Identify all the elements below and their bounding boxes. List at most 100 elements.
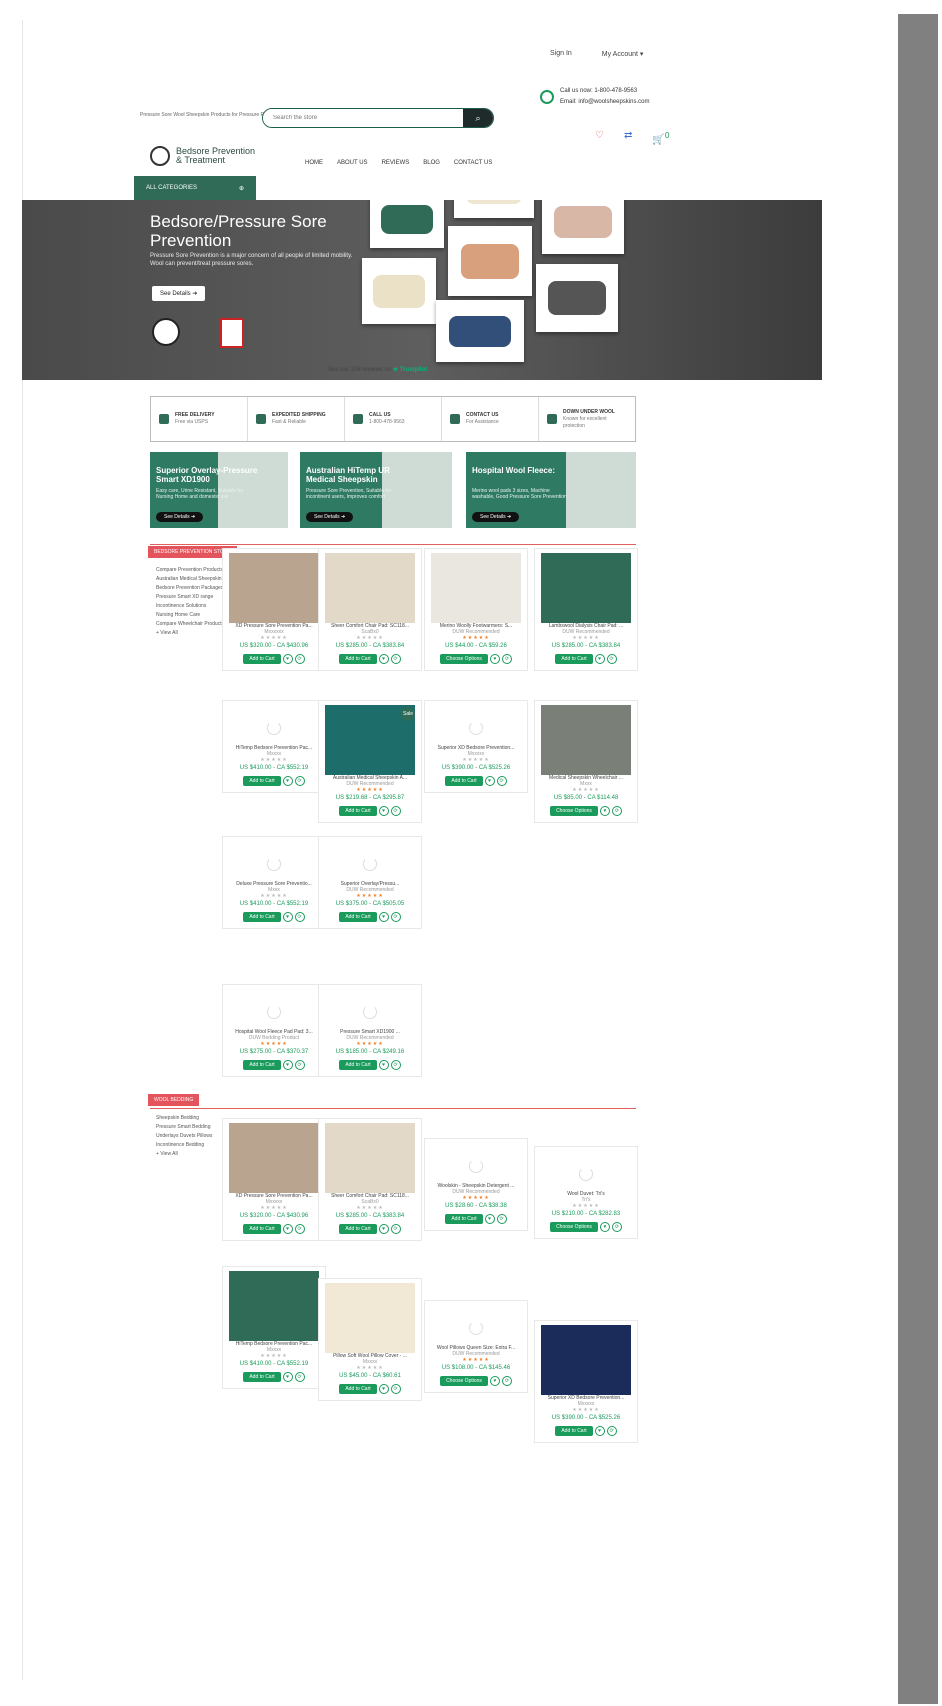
category-link[interactable]: Underlays Duvets Pillows <box>156 1132 212 1141</box>
compare-icon[interactable]: ⟳ <box>390 654 401 664</box>
compare-icon[interactable]: ⟳ <box>501 1376 512 1386</box>
search-icon[interactable]: ⌕ <box>463 109 493 127</box>
category-link[interactable]: Pressure Smart Bedding <box>156 1123 212 1132</box>
compare-icon[interactable]: ⟳ <box>294 1224 305 1234</box>
view-all-link[interactable]: + View All <box>156 1150 212 1159</box>
product-card[interactable]: Sheer Comfort Chair Pad: SC118... ScaBx0 ★… <box>318 1118 422 1241</box>
compare-icon[interactable]: ⟳ <box>390 912 401 922</box>
nav-reviews[interactable]: REVIEWS <box>382 160 410 166</box>
compare-icon[interactable]: ⟳ <box>390 1384 401 1394</box>
add-to-cart-button[interactable]: Add to Cart <box>339 806 377 816</box>
wishlist-icon[interactable]: ♥ <box>484 1214 495 1224</box>
product-image[interactable] <box>229 553 319 623</box>
wishlist-icon[interactable]: ♥ <box>594 1426 605 1436</box>
compare-icon[interactable]: ⇄ <box>624 130 632 145</box>
add-to-cart-button[interactable]: Add to Cart <box>243 1224 281 1234</box>
nav-blog[interactable]: BLOG <box>423 160 440 166</box>
wishlist-icon[interactable]: ♥ <box>594 654 605 664</box>
product-card[interactable]: Lambswool Dialysis Chair Pad: ... DUW Rec… <box>534 548 638 671</box>
wishlist-icon[interactable]: ♥ <box>489 1376 500 1386</box>
wishlist-icon[interactable]: ♥ <box>484 776 495 786</box>
wishlist-icon[interactable]: ♥ <box>282 912 293 922</box>
wishlist-icon[interactable]: ♥ <box>378 1224 389 1234</box>
product-image[interactable] <box>541 705 631 775</box>
product-card[interactable]: Pillow Soft Wool Pillow Cover - ... Mxxxx… <box>318 1278 422 1401</box>
cart-icon[interactable]: 🛒0 <box>652 130 669 145</box>
product-card[interactable]: Merino Woolly Footwarmers: S... DUW Recom… <box>424 548 528 671</box>
wishlist-icon[interactable]: ♥ <box>282 1372 293 1382</box>
nav-about-us[interactable]: ABOUT US <box>337 160 368 166</box>
product-card[interactable]: Wool Duvet: Tri's Tri's ★★★★★ US $210.00 - … <box>534 1146 638 1239</box>
add-to-cart-button[interactable]: Add to Cart <box>339 1060 377 1070</box>
all-categories-button[interactable]: ALL CATEGORIES ⊕ <box>134 176 256 200</box>
wishlist-icon[interactable]: ♥ <box>282 654 293 664</box>
compare-icon[interactable]: ⟳ <box>294 1060 305 1070</box>
wishlist-icon[interactable]: ♥ <box>378 1384 389 1394</box>
search-input[interactable] <box>263 109 463 127</box>
wishlist-icon[interactable]: ♥ <box>599 806 610 816</box>
product-card[interactable]: Superior XD Bedsore Prevention... Mxxxxx ★… <box>424 700 528 793</box>
product-card[interactable]: Deluxe Pressure Sore Preventio... Mxxx ★★★… <box>222 836 326 929</box>
add-to-cart-button[interactable]: Add to Cart <box>445 776 483 786</box>
add-to-cart-button[interactable]: Add to Cart <box>339 1384 377 1394</box>
add-to-cart-button[interactable]: Add to Cart <box>339 654 377 664</box>
product-card[interactable]: Sale Australian Medical Sheepskin A... DUW… <box>318 700 422 823</box>
product-card[interactable]: Superior XD Bedsore Prevention... Mxxxxx ★… <box>534 1320 638 1443</box>
compare-icon[interactable]: ⟳ <box>496 1214 507 1224</box>
compare-icon[interactable]: ⟳ <box>294 1372 305 1382</box>
product-card[interactable]: XD Pressure Sore Prevention Pa... Mxxxxx ★… <box>222 1118 326 1241</box>
product-card[interactable]: HiTemp Bedsore Prevention Pac... Mxxxx ★★★… <box>222 700 326 793</box>
trustpilot-widget[interactable]: See our 106 reviews on ★ Trustpilot <box>328 366 427 373</box>
product-card[interactable]: Hospital Wool Fleece Pad Pad: 3... DUW Be… <box>222 984 326 1077</box>
product-image[interactable] <box>325 1283 415 1353</box>
product-image[interactable] <box>541 553 631 623</box>
product-card[interactable]: Pressure Smart XD1900 ... DUW Recommended… <box>318 984 422 1077</box>
compare-icon[interactable]: ⟳ <box>501 654 512 664</box>
add-to-cart-button[interactable]: Choose Options <box>550 1222 598 1232</box>
email-text[interactable]: Email: info@woolsheepskins.com <box>560 97 649 108</box>
promo-banner-overlay[interactable]: Superior Overlay-Pressure Smart XD1900 E… <box>150 452 288 528</box>
product-card[interactable]: Sheer Comfort Chair Pad: SC118... ScaBx0 ★… <box>318 548 422 671</box>
wishlist-icon[interactable]: ♥ <box>378 1060 389 1070</box>
product-image[interactable] <box>431 553 521 623</box>
wishlist-icon[interactable]: ♥ <box>378 654 389 664</box>
wishlist-icon[interactable]: ♥ <box>378 912 389 922</box>
wishlist-icon[interactable]: ♥ <box>378 806 389 816</box>
compare-icon[interactable]: ⟳ <box>606 654 617 664</box>
product-card[interactable]: Medical Sheepskin Wheelchair ... Mxxx ★★★★… <box>534 700 638 823</box>
product-card[interactable]: Wool Pillows Queen Size: Extra F... DUW R… <box>424 1300 528 1393</box>
add-to-cart-button[interactable]: Add to Cart <box>445 1214 483 1224</box>
category-link[interactable]: Incontinence Bedding <box>156 1141 212 1150</box>
compare-icon[interactable]: ⟳ <box>606 1426 617 1436</box>
wishlist-icon[interactable]: ♥ <box>282 776 293 786</box>
compare-icon[interactable]: ⟳ <box>496 776 507 786</box>
promo-banner-hitemp[interactable]: Australian HiTemp UR Medical Sheepskin P… <box>300 452 452 528</box>
product-image[interactable] <box>325 1123 415 1193</box>
add-to-cart-button[interactable]: Choose Options <box>550 806 598 816</box>
compare-icon[interactable]: ⟳ <box>294 776 305 786</box>
add-to-cart-button[interactable]: Choose Options <box>440 654 488 664</box>
promo-banner-hospital-fleece[interactable]: Hospital Wool Fleece: Merino wool pads 3… <box>466 452 636 528</box>
wishlist-icon[interactable]: ♥ <box>282 1060 293 1070</box>
compare-icon[interactable]: ⟳ <box>611 1222 622 1232</box>
add-to-cart-button[interactable]: Add to Cart <box>339 1224 377 1234</box>
add-to-cart-button[interactable]: Add to Cart <box>243 1060 281 1070</box>
category-link[interactable]: Sheepskin Bedding <box>156 1114 212 1123</box>
add-to-cart-button[interactable]: Add to Cart <box>243 654 281 664</box>
wishlist-icon[interactable]: ♥ <box>282 1224 293 1234</box>
wishlist-icon[interactable]: ♡ <box>595 130 604 145</box>
compare-icon[interactable]: ⟳ <box>390 1224 401 1234</box>
nav-home[interactable]: HOME <box>305 160 323 166</box>
banner-see-details-button[interactable]: See Details ➔ <box>156 512 204 522</box>
compare-icon[interactable]: ⟳ <box>390 806 401 816</box>
add-to-cart-button[interactable]: Add to Cart <box>555 654 593 664</box>
site-logo[interactable]: Bedsore Prevention & Treatment <box>150 146 255 166</box>
product-card[interactable]: HiTemp Bedsore Prevention Pac... Mxxxx ★★★… <box>222 1266 326 1389</box>
banner-see-details-button[interactable]: See Details ➔ <box>472 512 520 522</box>
product-card[interactable]: Superior Overlay/Pressu... DUW Recommende… <box>318 836 422 929</box>
add-to-cart-button[interactable]: Add to Cart <box>243 776 281 786</box>
wishlist-icon[interactable]: ♥ <box>489 654 500 664</box>
hero-slider[interactable]: Bedsore/Pressure Sore Prevention Pressur… <box>22 200 822 380</box>
product-image[interactable] <box>325 553 415 623</box>
product-image[interactable] <box>541 1325 631 1395</box>
